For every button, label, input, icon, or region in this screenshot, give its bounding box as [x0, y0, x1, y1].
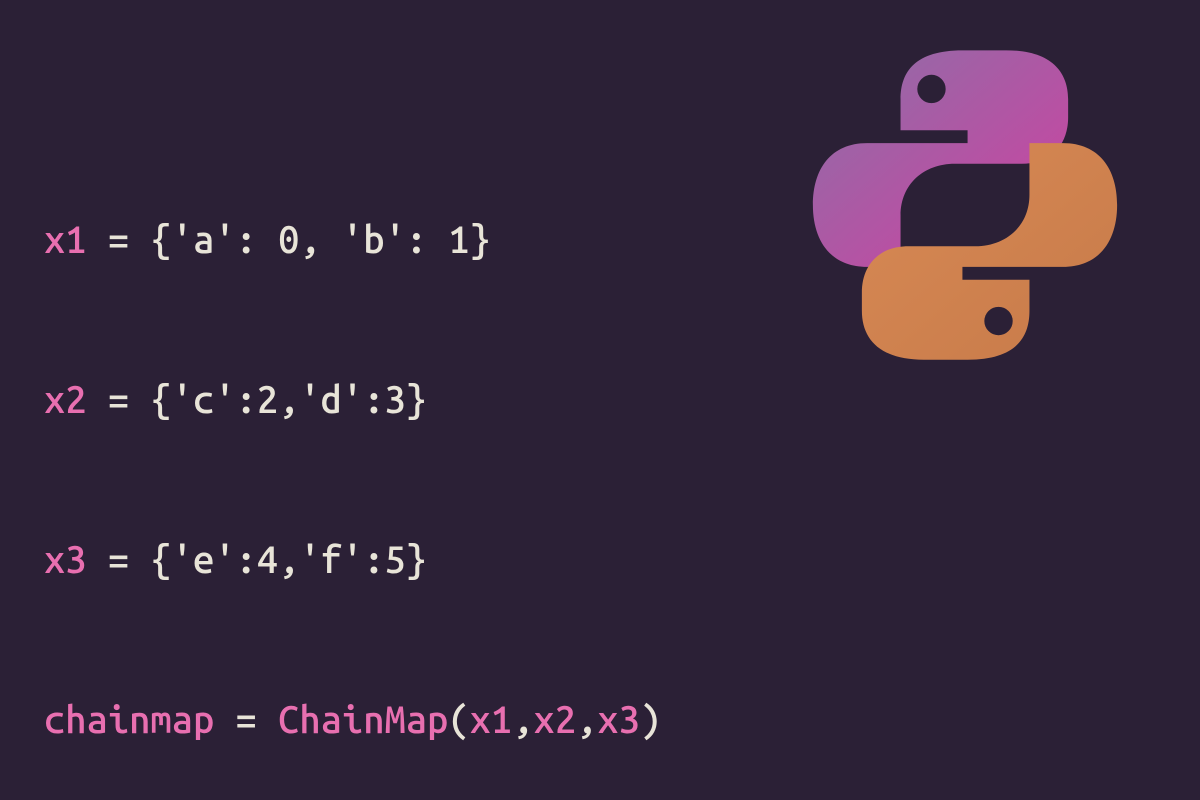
code-literal: {'a': 0, 'b': 1} — [150, 219, 490, 261]
code-variable: chainmap — [44, 699, 214, 741]
code-operator: = — [214, 699, 278, 741]
code-arg: x2 — [533, 699, 576, 741]
code-variable: x1 — [44, 219, 87, 261]
code-arg: x1 — [470, 699, 513, 741]
code-line-1: x1 = {'a': 0, 'b': 1} — [44, 200, 1156, 280]
code-operator: = — [87, 539, 151, 581]
code-literal: {'e':4,'f':5} — [150, 539, 427, 581]
code-line-4: chainmap = ChainMap(x1,x2,x3) — [44, 680, 1156, 760]
code-operator: = — [87, 379, 151, 421]
code-punct: , — [512, 699, 533, 741]
code-variable: x2 — [44, 379, 87, 421]
code-block: x1 = {'a': 0, 'b': 1} x2 = {'c':2,'d':3}… — [44, 120, 1156, 800]
code-variable: x3 — [44, 539, 87, 581]
code-operator: = — [87, 219, 151, 261]
code-punct: , — [576, 699, 597, 741]
code-literal: {'c':2,'d':3} — [150, 379, 427, 421]
code-punct: ) — [640, 699, 661, 741]
code-punct: ( — [448, 699, 469, 741]
code-line-3: x3 = {'e':4,'f':5} — [44, 520, 1156, 600]
code-slide: x1 = {'a': 0, 'b': 1} x2 = {'c':2,'d':3}… — [0, 0, 1200, 800]
code-call: ChainMap — [278, 699, 448, 741]
code-line-2: x2 = {'c':2,'d':3} — [44, 360, 1156, 440]
code-arg: x3 — [597, 699, 640, 741]
